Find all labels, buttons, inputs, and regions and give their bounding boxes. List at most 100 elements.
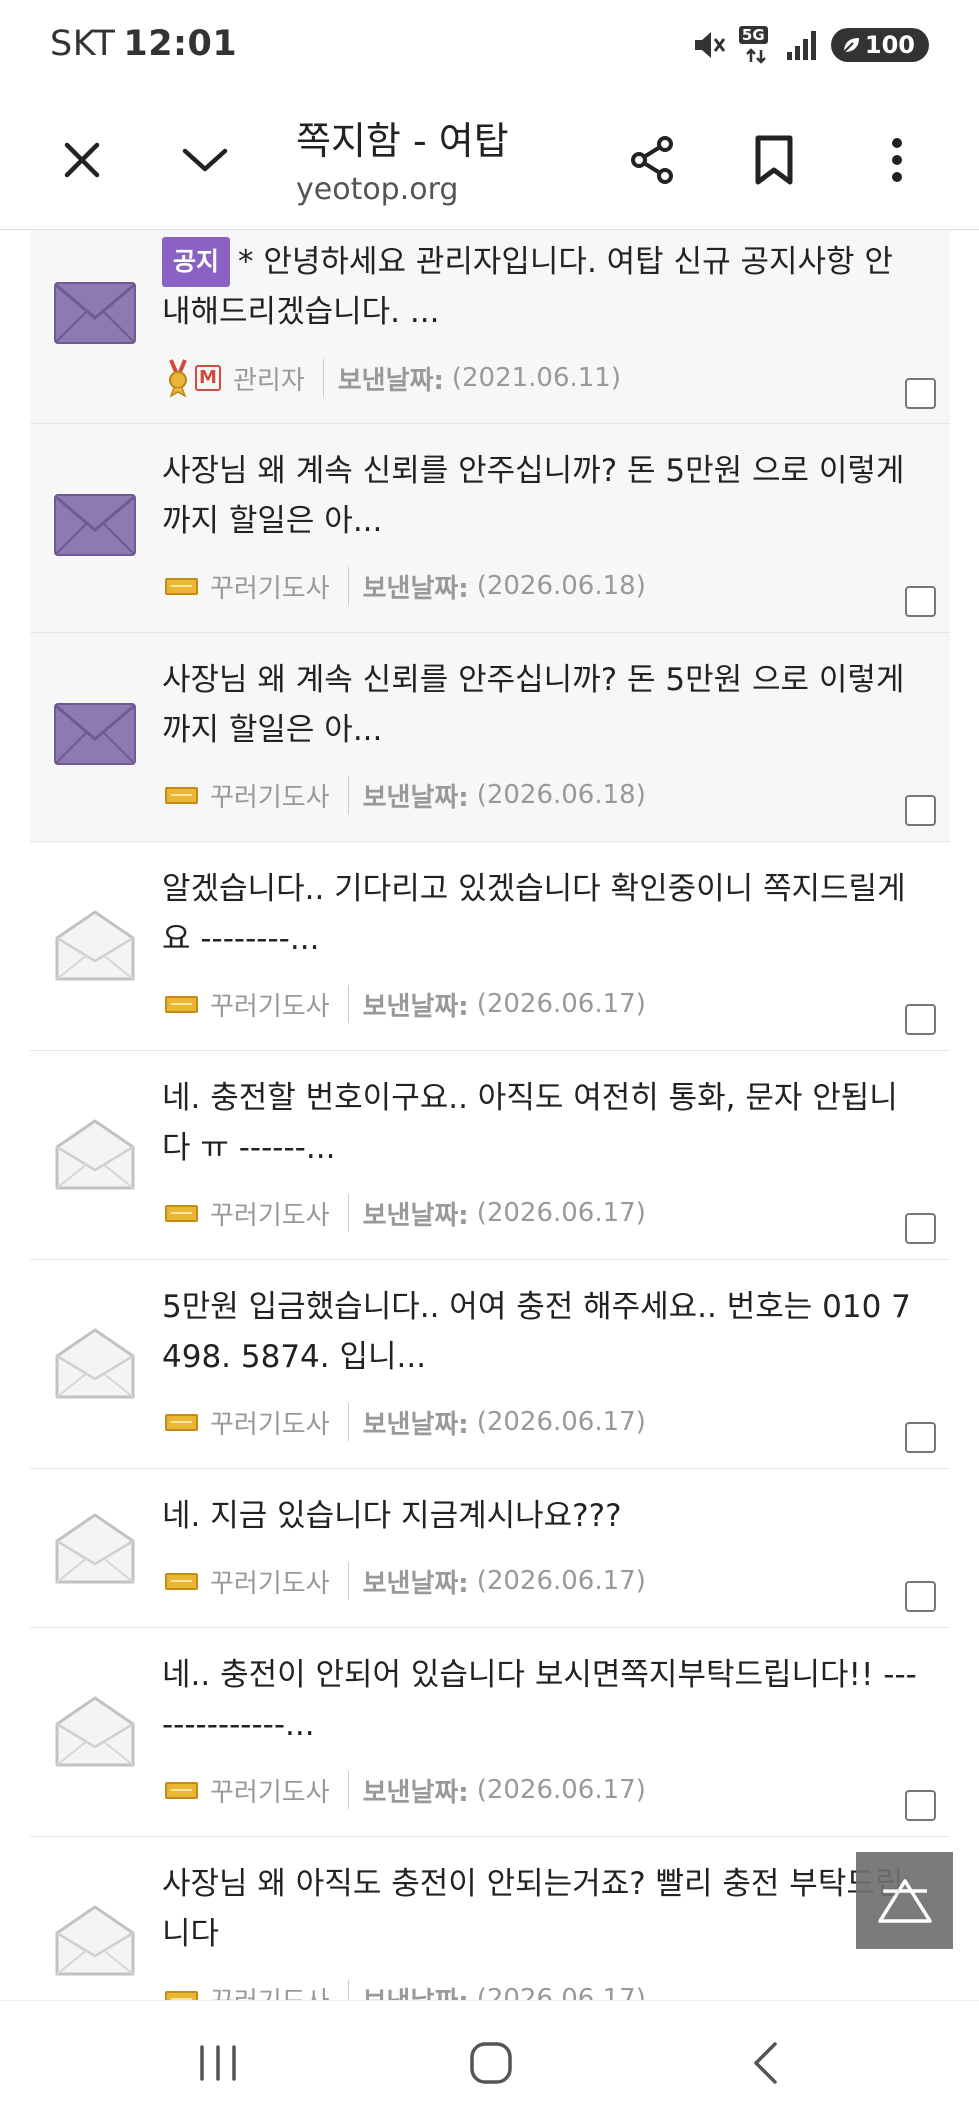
message-subject[interactable]: 알겠습니다.. 기다리고 있겠습니다 확인중이니 쪽지드릴게요 --------… bbox=[162, 864, 920, 964]
message-meta: 꾸러기도사 보낸날짜: (2026.06.17) bbox=[165, 1979, 646, 2000]
level-badge-icon bbox=[165, 1990, 198, 2000]
sent-date: (2026.06.17) bbox=[476, 1775, 646, 1805]
message-checkbox[interactable] bbox=[905, 378, 936, 409]
network-type: 5G bbox=[738, 26, 768, 44]
sent-date: (2026.06.17) bbox=[476, 1198, 646, 1228]
date-label: 보낸날짜: bbox=[362, 573, 469, 604]
meta-divider bbox=[322, 359, 324, 397]
meta-divider bbox=[347, 776, 349, 814]
network-5g-icon: 5G bbox=[738, 26, 773, 64]
message-meta: M 관리자 보낸날짜: (2021.06.11) bbox=[165, 358, 621, 398]
message-meta: 꾸러기도사 보낸날짜: (2026.06.18) bbox=[165, 566, 646, 606]
message-subject[interactable]: 사장님 왜 아직도 충전이 안되는거죠? 빨리 충전 부탁드립니다 bbox=[162, 1859, 920, 1959]
sender-name[interactable]: 꾸러기도사 bbox=[210, 1772, 330, 1809]
leaf-icon bbox=[843, 38, 859, 53]
sender-name[interactable]: 꾸러기도사 bbox=[210, 1404, 330, 1441]
date-label: 보낸날짜: bbox=[362, 1777, 469, 1808]
sent-date: (2026.06.18) bbox=[476, 571, 646, 601]
unread-envelope-icon bbox=[54, 282, 136, 344]
meta-divider bbox=[347, 1771, 349, 1809]
bookmark-button[interactable] bbox=[732, 118, 816, 202]
meta-divider bbox=[347, 567, 349, 605]
arrow-up-icon bbox=[877, 1878, 932, 1923]
sent-date: (2026.06.18) bbox=[476, 780, 646, 810]
sender-name[interactable]: 꾸러기도사 bbox=[210, 777, 330, 814]
message-meta: 꾸러기도사 보낸날짜: (2026.06.17) bbox=[165, 984, 646, 1024]
message-meta: 꾸러기도사 보낸날짜: (2026.06.17) bbox=[165, 1193, 646, 1233]
browser-toolbar: 쪽지함 - 여탑 yeotop.org bbox=[0, 90, 979, 230]
message-row[interactable]: 사장님 왜 아직도 충전이 안되는거죠? 빨리 충전 부탁드립니다 꾸러기도사 … bbox=[30, 1837, 950, 2000]
message-checkbox[interactable] bbox=[905, 1790, 936, 1821]
bookmark-icon bbox=[755, 135, 793, 185]
message-row[interactable]: 알겠습니다.. 기다리고 있겠습니다 확인중이니 쪽지드릴게요 --------… bbox=[30, 842, 950, 1051]
recents-button[interactable] bbox=[173, 2021, 263, 2105]
carrier-name: SKT bbox=[50, 24, 116, 64]
message-row[interactable]: 네. 충전할 번호이구요.. 아직도 여전히 통화, 문자 안됩니다 ㅠ ---… bbox=[30, 1051, 950, 1260]
date-label: 보낸날짜: bbox=[362, 1200, 469, 1231]
message-checkbox[interactable] bbox=[905, 1422, 936, 1453]
date-label: 보낸날짜: bbox=[362, 782, 469, 813]
more-vertical-icon bbox=[892, 138, 902, 182]
share-icon bbox=[631, 136, 673, 184]
close-icon bbox=[64, 142, 100, 178]
sender-name[interactable]: 꾸러기도사 bbox=[210, 1195, 330, 1232]
share-button[interactable] bbox=[611, 118, 695, 202]
meta-divider bbox=[347, 1562, 349, 1600]
message-checkbox[interactable] bbox=[905, 586, 936, 617]
level-badge-icon bbox=[165, 1413, 198, 1431]
scroll-to-top-button[interactable] bbox=[856, 1852, 953, 1949]
clock: 12:01 bbox=[123, 24, 238, 64]
read-envelope-icon bbox=[55, 1328, 135, 1399]
more-menu-button[interactable] bbox=[855, 118, 939, 202]
date-label: 보낸날짜: bbox=[362, 1568, 469, 1599]
message-meta: 꾸러기도사 보낸날짜: (2026.06.17) bbox=[165, 1770, 646, 1810]
sender-name[interactable]: 꾸러기도사 bbox=[210, 1563, 330, 1600]
message-row[interactable]: 네. 지금 있습니다 지금계시나요??? 꾸러기도사 보낸날짜: (2026.0… bbox=[30, 1469, 950, 1628]
sender-name[interactable]: 꾸러기도사 bbox=[210, 1981, 330, 2001]
mute-icon bbox=[694, 32, 726, 58]
message-meta: 꾸러기도사 보낸날짜: (2026.06.17) bbox=[165, 1402, 646, 1442]
message-checkbox[interactable] bbox=[905, 795, 936, 826]
admin-badge: M bbox=[195, 365, 221, 391]
message-row[interactable]: 5만원 입금했습니다.. 어여 충전 해주세요.. 번호는 010 7498. … bbox=[30, 1260, 950, 1469]
sender-name[interactable]: 꾸러기도사 bbox=[210, 568, 330, 605]
close-button[interactable] bbox=[40, 118, 124, 202]
back-button[interactable] bbox=[720, 2021, 810, 2105]
message-subject[interactable]: 공지 * 안녕하세요 관리자입니다. 여탑 신규 공지사항 안내해드리겠습니다. … bbox=[162, 237, 920, 337]
message-subject-text[interactable]: * 안녕하세요 관리자입니다. 여탑 신규 공지사항 안내해드리겠습니다. ..… bbox=[162, 244, 893, 330]
sent-date: (2021.06.11) bbox=[451, 363, 621, 393]
sender-name[interactable]: 관리자 bbox=[233, 360, 305, 397]
collapse-button[interactable] bbox=[163, 118, 247, 202]
message-row[interactable]: 공지 * 안녕하세요 관리자입니다. 여탑 신규 공지사항 안내해드리겠습니다. … bbox=[30, 230, 950, 424]
notice-badge: 공지 bbox=[162, 237, 231, 287]
date-label: 보낸날짜: bbox=[362, 991, 469, 1022]
message-subject[interactable]: 사장님 왜 계속 신뢰를 안주십니까? 돈 5만원 으로 이렇게 까지 할일은 … bbox=[162, 655, 920, 755]
system-nav-bar bbox=[0, 2000, 979, 2123]
message-subject[interactable]: 5만원 입금했습니다.. 어여 충전 해주세요.. 번호는 010 7498. … bbox=[162, 1282, 920, 1382]
read-envelope-icon bbox=[55, 1696, 135, 1767]
message-subject[interactable]: 네. 지금 있습니다 지금계시나요??? bbox=[162, 1491, 920, 1541]
unread-envelope-icon bbox=[54, 494, 136, 556]
message-meta: 꾸러기도사 보낸날짜: (2026.06.17) bbox=[165, 1561, 646, 1601]
status-bar: SKT 12:01 5G 100 bbox=[0, 0, 979, 90]
message-subject[interactable]: 사장님 왜 계속 신뢰를 안주십니까? 돈 5만원 으로 이렇게 까지 할일은 … bbox=[162, 446, 920, 546]
battery-level: 100 bbox=[864, 31, 915, 59]
message-row[interactable]: 사장님 왜 계속 신뢰를 안주십니까? 돈 5만원 으로 이렇게 까지 할일은 … bbox=[30, 424, 950, 633]
back-icon bbox=[754, 2042, 777, 2084]
message-list: 공지 * 안녕하세요 관리자입니다. 여탑 신규 공지사항 안내해드리겠습니다. … bbox=[30, 230, 950, 2000]
message-checkbox[interactable] bbox=[905, 1004, 936, 1035]
sent-date: (2026.06.17) bbox=[476, 1566, 646, 1596]
read-envelope-icon bbox=[55, 910, 135, 981]
level-badge-icon bbox=[165, 577, 198, 595]
message-subject[interactable]: 네.. 충전이 안되어 있습니다 보시면쪽지부탁드립니다!! ---------… bbox=[162, 1650, 920, 1750]
message-checkbox[interactable] bbox=[905, 1581, 936, 1612]
message-subject[interactable]: 네. 충전할 번호이구요.. 아직도 여전히 통화, 문자 안됩니다 ㅠ ---… bbox=[162, 1073, 920, 1173]
carrier-clock: SKT 12:01 bbox=[50, 24, 237, 64]
message-checkbox[interactable] bbox=[905, 1213, 936, 1244]
message-row[interactable]: 사장님 왜 계속 신뢰를 안주십니까? 돈 5만원 으로 이렇게 까지 할일은 … bbox=[30, 633, 950, 842]
page-url[interactable]: yeotop.org bbox=[296, 172, 458, 207]
sender-name[interactable]: 꾸러기도사 bbox=[210, 986, 330, 1023]
sent-date: (2026.06.17) bbox=[476, 1407, 646, 1437]
message-row[interactable]: 네.. 충전이 안되어 있습니다 보시면쪽지부탁드립니다!! ---------… bbox=[30, 1628, 950, 1837]
home-button[interactable] bbox=[446, 2021, 536, 2105]
